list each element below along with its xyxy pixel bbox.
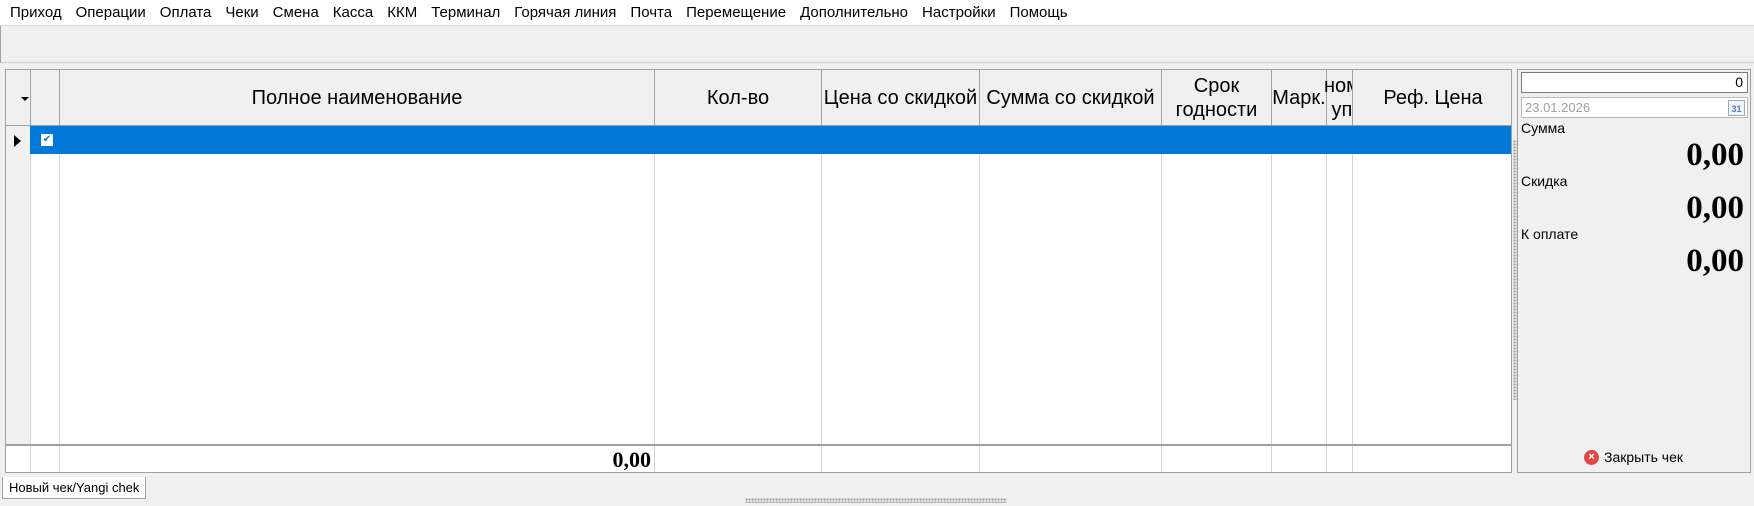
sum-value: 0,00 bbox=[1686, 137, 1744, 173]
menu-item-settings[interactable]: Настройки bbox=[915, 0, 1003, 25]
menu-item-hotline[interactable]: Горячая линия bbox=[507, 0, 623, 25]
items-grid[interactable]: Полное наименование Кол-во Цена со скидк… bbox=[5, 69, 1512, 473]
column-header-ref-price[interactable]: Реф. Цена bbox=[1353, 70, 1511, 126]
grid-header: Полное наименование Кол-во Цена со скидк… bbox=[6, 70, 1511, 126]
column-header-name[interactable]: Полное наименование bbox=[60, 70, 654, 126]
summary-panel: 0 23.01.2026 31 Сумма 0,00 Скидка 0,00 К… bbox=[1517, 69, 1751, 473]
number-input[interactable]: 0 bbox=[1521, 72, 1748, 93]
date-value: 23.01.2026 bbox=[1525, 100, 1591, 115]
toolbar bbox=[0, 26, 1754, 63]
column-header-expiry[interactable]: Срок годности bbox=[1162, 70, 1271, 126]
table-row[interactable] bbox=[30, 126, 1511, 154]
column-chooser-dropdown-icon[interactable] bbox=[21, 97, 29, 101]
column-header-discount-sum[interactable]: Сумма со скидкой bbox=[980, 70, 1161, 126]
discount-value: 0,00 bbox=[1686, 190, 1744, 226]
menu-item-mail[interactable]: Почта bbox=[623, 0, 679, 25]
close-receipt-label: Закрыть чек bbox=[1604, 449, 1684, 465]
column-header-discount-price[interactable]: Цена со скидкой bbox=[822, 70, 979, 126]
menu-item-additional[interactable]: Дополнительно bbox=[793, 0, 915, 25]
grid-footer: 0,00 bbox=[6, 444, 1511, 472]
menu-bar: Приход Операции Оплата Чеки Смена Касса … bbox=[0, 0, 1754, 25]
row-checkbox[interactable]: ✔ bbox=[41, 134, 53, 146]
to-pay-label: К оплате bbox=[1521, 226, 1579, 242]
column-header-quantity[interactable]: Кол-во bbox=[655, 70, 821, 126]
menu-item-kkm[interactable]: ККМ bbox=[380, 0, 424, 25]
column-header-package-number[interactable]: ном. уп. bbox=[1324, 70, 1352, 126]
current-row-arrow-icon bbox=[14, 135, 21, 147]
menu-item-receipts[interactable]: Чеки bbox=[218, 0, 265, 25]
sum-label: Сумма bbox=[1521, 120, 1565, 136]
close-icon: × bbox=[1584, 449, 1599, 465]
menu-item-payment[interactable]: Оплата bbox=[153, 0, 219, 25]
calendar-icon[interactable]: 31 bbox=[1728, 100, 1745, 116]
tab-new-receipt[interactable]: Новый чек/Yangi chek bbox=[2, 477, 147, 499]
menu-item-shift[interactable]: Смена bbox=[266, 0, 326, 25]
menu-item-terminal[interactable]: Терминал bbox=[424, 0, 507, 25]
discount-label: Скидка bbox=[1521, 173, 1568, 189]
date-picker[interactable]: 23.01.2026 31 bbox=[1521, 97, 1748, 118]
menu-item-help[interactable]: Помощь bbox=[1003, 0, 1075, 25]
row-header-column bbox=[6, 126, 30, 472]
menu-item-cash[interactable]: Касса bbox=[326, 0, 380, 25]
column-header-marking[interactable]: Марк. bbox=[1272, 70, 1326, 126]
menu-item-operations[interactable]: Операции bbox=[69, 0, 153, 25]
to-pay-value: 0,00 bbox=[1686, 243, 1744, 279]
menu-item-transfer[interactable]: Перемещение bbox=[679, 0, 793, 25]
footer-total-sum: 0,00 bbox=[612, 447, 652, 472]
close-receipt-button[interactable]: × Закрыть чек bbox=[1584, 449, 1683, 465]
menu-item-prihod[interactable]: Приход bbox=[3, 0, 69, 25]
horizontal-splitter[interactable] bbox=[745, 498, 1007, 503]
